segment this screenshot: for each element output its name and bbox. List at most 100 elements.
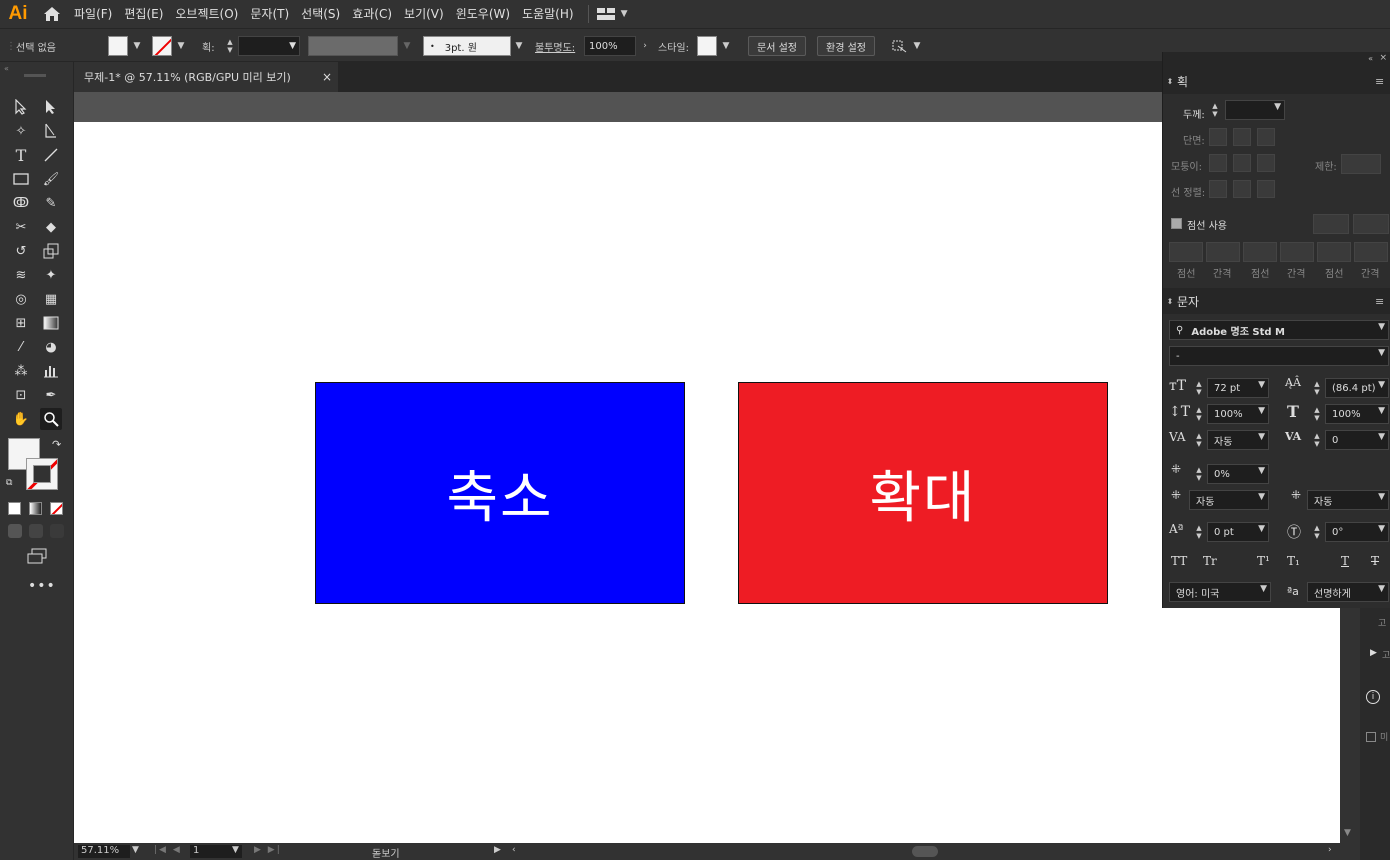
dash-align-ends-icon[interactable] <box>1353 214 1389 234</box>
stroke-swatch[interactable] <box>152 36 172 56</box>
dash-field-2[interactable] <box>1243 242 1277 262</box>
first-prev-page-icons[interactable]: |◀ ◀ <box>154 845 182 855</box>
dash-field-1[interactable] <box>1169 242 1203 262</box>
kerning-stepper[interactable]: ▲ ▼ <box>1193 430 1205 450</box>
document-tab[interactable]: 무제-1* @ 57.11% (RGB/GPU 미리 보기) <box>74 62 338 92</box>
round-join-icon[interactable] <box>1233 154 1251 172</box>
menu-type[interactable]: 문자(T) <box>244 0 295 28</box>
stroke-panel-header[interactable]: ⬍ 획 ≡ <box>1163 68 1390 94</box>
tsume-stepper[interactable]: ▲ ▼ <box>1193 464 1205 484</box>
menu-edit[interactable]: 편집(E) <box>118 0 169 28</box>
perspective-grid-tool-icon[interactable]: ▦ <box>40 288 62 310</box>
horizontal-scale-stepper[interactable]: ▲ ▼ <box>1311 404 1323 424</box>
close-icon[interactable]: × <box>320 70 334 84</box>
collapse-icon[interactable]: « <box>4 64 9 73</box>
collapse-icon[interactable]: « <box>1368 54 1373 63</box>
graphic-style-swatch[interactable] <box>697 36 717 56</box>
menu-window[interactable]: 윈도우(W) <box>450 0 516 28</box>
chevron-down-icon[interactable]: ▼ <box>719 36 733 56</box>
graph-tool-icon[interactable] <box>40 360 62 382</box>
menu-file[interactable]: 파일(F) <box>68 0 118 28</box>
horizontal-scale-field[interactable]: 100% ▼ <box>1325 404 1389 424</box>
blob-brush-tool-icon[interactable]: ✎ <box>40 192 62 214</box>
baseline-shift-field[interactable]: 0 pt ▼ <box>1207 522 1269 542</box>
gradient-mode-icon[interactable] <box>29 502 42 515</box>
chevron-down-icon[interactable]: ▼ <box>1344 828 1351 838</box>
dash-align-corners-icon[interactable] <box>1313 214 1349 234</box>
round-cap-icon[interactable] <box>1233 128 1251 146</box>
enlarge-rectangle[interactable]: 확대 <box>738 382 1108 604</box>
lasso-tool-icon[interactable] <box>40 120 62 142</box>
arrange-icon[interactable] <box>890 36 908 56</box>
chevron-right-icon[interactable]: ▶ <box>1370 648 1377 658</box>
variable-width-profile[interactable] <box>308 36 398 56</box>
tracking-field[interactable]: 0 ▼ <box>1325 430 1389 450</box>
chevron-down-icon[interactable]: ▼ <box>132 845 139 855</box>
vertical-scale-field[interactable]: 100% ▼ <box>1207 404 1269 424</box>
chevron-down-icon[interactable]: ▼ <box>130 36 144 56</box>
panel-expand-icon[interactable]: ⬍ <box>1163 297 1177 306</box>
leading-field[interactable]: (86.4 pt) ▼ <box>1325 378 1389 398</box>
font-style-select[interactable]: - ▼ <box>1169 346 1389 366</box>
bevel-join-icon[interactable] <box>1257 154 1275 172</box>
shaper-tool-icon[interactable]: ↂ <box>10 192 32 214</box>
chevron-down-icon[interactable]: ▼ <box>400 36 414 56</box>
workspace-layout-icon[interactable]: ▼ <box>596 8 628 20</box>
info-icon[interactable]: i <box>1366 690 1380 704</box>
stroke-color-box[interactable] <box>26 458 58 490</box>
draw-behind-icon[interactable] <box>29 524 43 538</box>
pen-tool-icon[interactable]: ✒ <box>40 384 62 406</box>
artboard-tool-icon[interactable]: ⊡ <box>10 384 32 406</box>
strikethrough-button[interactable]: T <box>1371 554 1379 568</box>
preferences-button[interactable]: 환경 설정 <box>817 36 875 56</box>
character-rotation-field[interactable]: 0° ▼ <box>1325 522 1389 542</box>
next-last-page-icons[interactable]: ▶ ▶| <box>254 845 282 855</box>
character-rotation-stepper[interactable]: ▲ ▼ <box>1311 522 1323 542</box>
language-select[interactable]: 영어: 미국 ▼ <box>1169 582 1271 602</box>
dock-checkbox[interactable] <box>1366 732 1376 742</box>
type-tool-icon[interactable]: T <box>10 144 32 166</box>
font-family-select[interactable]: ⚲ Adobe 명조 Std M ▼ <box>1169 320 1389 340</box>
color-mode-icon[interactable] <box>8 502 21 515</box>
gap-field-1[interactable] <box>1206 242 1240 262</box>
blend-tool-icon[interactable]: ◕ <box>40 336 62 358</box>
dashed-line-checkbox[interactable] <box>1171 218 1182 229</box>
document-setup-button[interactable]: 문서 설정 <box>748 36 806 56</box>
brush-definition[interactable]: • 3pt. 원 <box>423 36 511 56</box>
paintbrush-tool-icon[interactable]: 🖌 <box>40 168 62 190</box>
opacity-input[interactable]: 100% <box>584 36 636 56</box>
scroll-left-icon[interactable]: ‹ <box>512 845 516 855</box>
menu-effect[interactable]: 효과(C) <box>346 0 398 28</box>
shape-builder-tool-icon[interactable]: ◎ <box>10 288 32 310</box>
vertical-scale-stepper[interactable]: ▲ ▼ <box>1193 404 1205 424</box>
gap-field-3[interactable] <box>1354 242 1388 262</box>
gap-field-2[interactable] <box>1280 242 1314 262</box>
panel-expand-icon[interactable]: ⬍ <box>1163 77 1177 86</box>
projecting-cap-icon[interactable] <box>1257 128 1275 146</box>
none-mode-icon[interactable] <box>50 502 63 515</box>
shrink-rectangle[interactable]: 축소 <box>315 382 685 604</box>
align-outside-icon[interactable] <box>1257 180 1275 198</box>
antialias-select[interactable]: 선명하게 ▼ <box>1307 582 1389 602</box>
chevron-down-icon[interactable]: ▼ <box>910 36 924 56</box>
status-menu-icon[interactable]: ▶ <box>494 845 501 855</box>
align-inside-icon[interactable] <box>1233 180 1251 198</box>
scissors-tool-icon[interactable]: ✂ <box>10 216 32 238</box>
draw-inside-icon[interactable] <box>50 524 64 538</box>
gradient-tool-icon[interactable] <box>40 312 62 334</box>
small-caps-button[interactable]: Tr <box>1203 554 1217 568</box>
menu-view[interactable]: 보기(V) <box>398 0 450 28</box>
zoom-level-input[interactable]: 57.11% <box>78 845 130 858</box>
more-tools-icon[interactable]: ••• <box>28 578 56 594</box>
scale-tool-icon[interactable] <box>40 240 62 262</box>
swap-colors-icon[interactable]: ↷ <box>52 438 61 451</box>
symbol-sprayer-tool-icon[interactable]: ⁂ <box>10 360 32 382</box>
dash-field-3[interactable] <box>1317 242 1351 262</box>
menu-select[interactable]: 선택(S) <box>295 0 346 28</box>
mesh-tool-icon[interactable]: ⊞ <box>10 312 32 334</box>
character-panel-header[interactable]: ⬍ 문자 ≡ <box>1163 288 1390 314</box>
baseline-shift-stepper[interactable]: ▲ ▼ <box>1193 522 1205 542</box>
selection-tool-icon[interactable] <box>10 96 32 118</box>
horizontal-scroll-thumb[interactable] <box>912 846 938 857</box>
font-size-stepper[interactable]: ▲ ▼ <box>1193 378 1205 398</box>
